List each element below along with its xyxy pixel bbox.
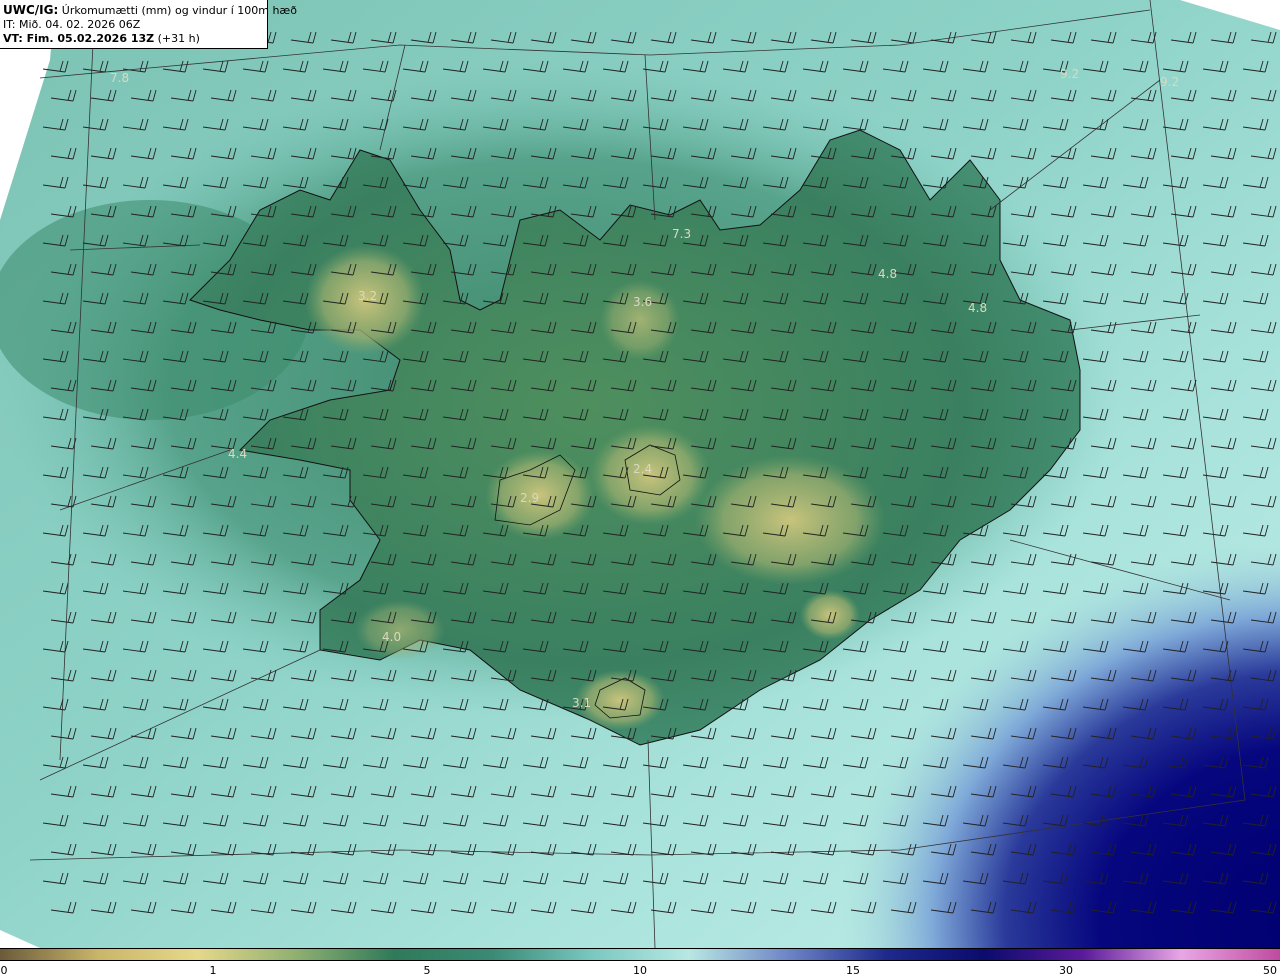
colorbar-tick: 50 [1263,964,1277,977]
map-label: 7.8 [110,71,129,85]
precipitation-map: 3.2 3.6 7.3 4.8 4.8 4.4 2.9 2.4 4.0 3.1 … [0,0,1280,948]
map-info-box: UWC/IG: Úrkomumætti (mm) og vindur í 100… [0,0,297,49]
forecast-offset: (+31 h) [154,32,200,45]
map-label: 9.2 [1060,67,1079,81]
valid-time: VT: Fim. 05.02.2026 13Z [3,32,155,45]
map-label: 3.1 [572,696,591,710]
map-label: 4.8 [968,301,987,315]
colorbar-tick: 30 [1059,964,1073,977]
colorbar-tick: 5 [423,964,431,977]
map-label: 4.0 [382,630,401,644]
product-title: Úrkomumætti (mm) og vindur í 100m hæð [58,4,297,17]
map-label: 4.8 [878,267,897,281]
colorbar-tick: 10 [633,964,647,977]
map-label: 2.4 [633,462,652,476]
map-label: 9.2 [1160,75,1179,89]
colorbar-tick: 1 [209,964,217,977]
colorbar [0,948,1280,961]
map-label: 4.4 [228,447,247,461]
product-code: UWC/IG: [3,3,59,17]
colorbar-tick: 0 [0,964,8,977]
colorbar-tick: 15 [846,964,860,977]
map-label: 3.2 [358,289,377,303]
map-label: 3.6 [633,295,652,309]
colorbar-legend: 0 1 5 10 15 30 50 [0,948,1280,978]
initial-time: IT: Mið. 04. 02. 2026 06Z [3,18,141,31]
map-label: 7.3 [672,227,691,241]
map-label: 2.9 [520,491,539,505]
